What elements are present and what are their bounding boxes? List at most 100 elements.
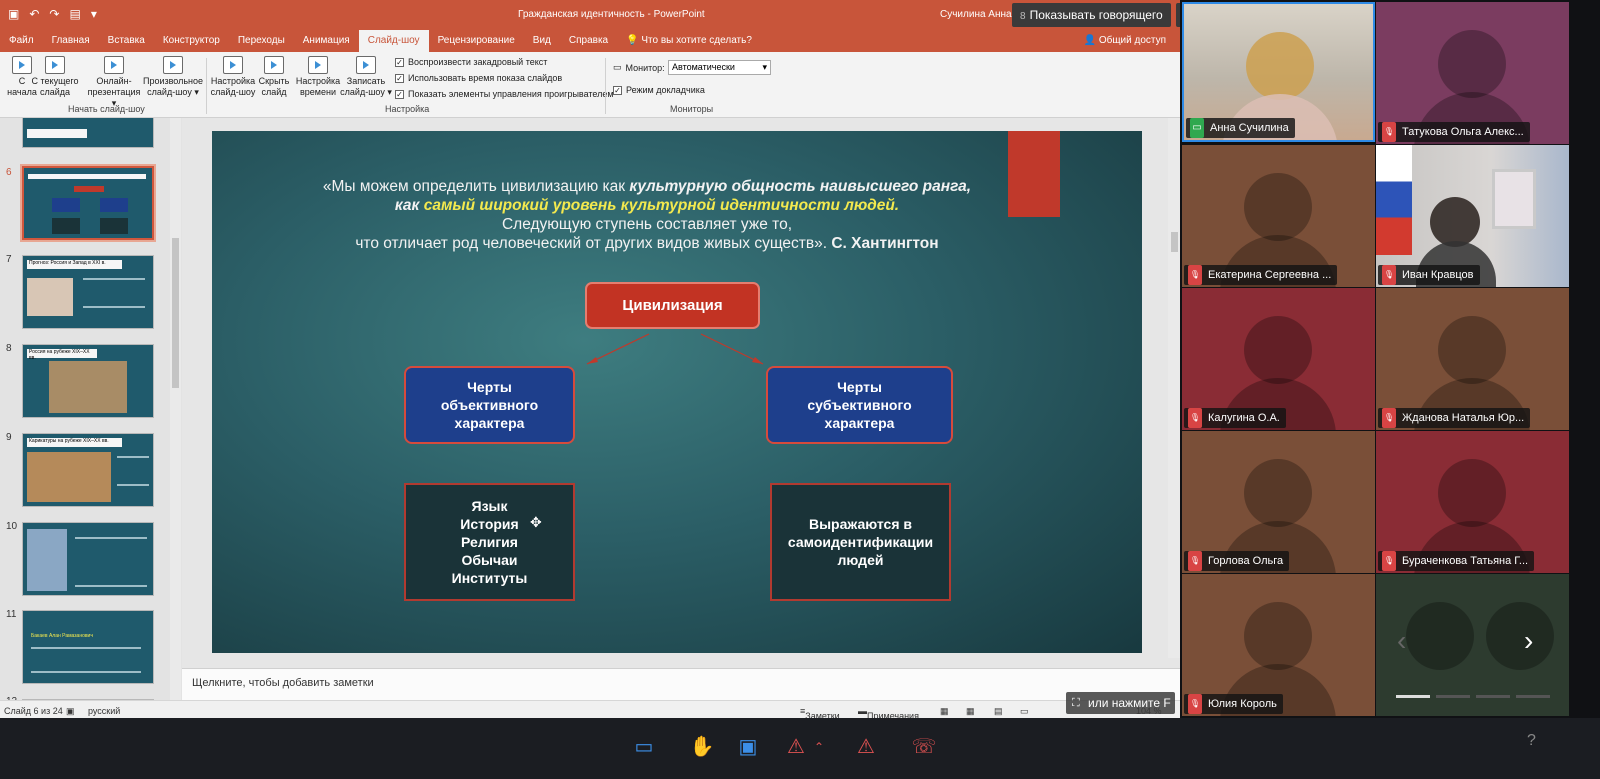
thumbnail-map-image bbox=[49, 361, 127, 413]
normal-view-icon[interactable]: ▦ bbox=[940, 706, 949, 717]
flag-image bbox=[1376, 145, 1412, 255]
share-label: Общий доступ bbox=[1098, 35, 1166, 46]
participant-tile[interactable]: Калугина О.А. bbox=[1182, 288, 1375, 430]
from-current-button[interactable]: С текущего слайда bbox=[30, 56, 80, 98]
from-current-label: С текущего слайда bbox=[31, 76, 79, 97]
slide-thumbnail-8[interactable]: Россия на рубеже XIX–XX вв. bbox=[22, 344, 154, 418]
chevron-up-icon[interactable]: ⌃ bbox=[812, 733, 826, 761]
participant-tile[interactable]: Бураченкова Татьяна Г... bbox=[1376, 431, 1569, 573]
setup-icon bbox=[223, 56, 243, 74]
raise-hand-icon[interactable]: ✋ bbox=[688, 733, 716, 761]
participant-tile[interactable]: Жданова Наталья Юр... bbox=[1376, 288, 1569, 430]
subjective-features-box: Черты субъективного характера bbox=[766, 366, 953, 444]
narrations-checkbox[interactable]: ✓ Воспроизвести закадровый текст bbox=[395, 57, 547, 67]
spellcheck-icon[interactable]: ▣ bbox=[66, 706, 75, 717]
previous-page-icon[interactable]: ‹ bbox=[1397, 625, 1406, 657]
page-dot[interactable] bbox=[1476, 695, 1510, 698]
group-setup: Настройка bbox=[385, 104, 430, 114]
page-dot[interactable] bbox=[1516, 695, 1550, 698]
ribbon-tabs: Файл Главная Вставка Конструктор Переход… bbox=[0, 30, 1205, 52]
thumbnail-title-bar: Карикатуры на рубеже XIX–XX вв. bbox=[27, 438, 122, 447]
participant-name: Жданова Наталья Юр... bbox=[1378, 408, 1531, 428]
redo-icon[interactable]: ↷ bbox=[49, 7, 59, 21]
slide-thumbnail-6[interactable] bbox=[20, 164, 156, 242]
thumbnail-scrollbar[interactable] bbox=[170, 118, 181, 700]
participant-tile[interactable]: Анна Сучилина bbox=[1182, 2, 1375, 142]
microphone-muted-icon[interactable]: ⚠ bbox=[782, 733, 810, 761]
customize-icon[interactable]: ▾ bbox=[91, 7, 97, 21]
participant-tile[interactable]: Иван Кравцов bbox=[1376, 145, 1569, 287]
help-icon[interactable]: ? bbox=[1527, 732, 1536, 750]
tab-help[interactable]: Справка bbox=[560, 30, 617, 52]
conference-screen: ▣ ↶ ↷ ▤ ▾ Гражданская идентичность - Pow… bbox=[0, 0, 1600, 779]
presenter-view-checkbox[interactable]: ✓ Режим докладчика bbox=[613, 85, 705, 95]
thumbnail-box bbox=[100, 218, 128, 234]
participant-tile[interactable]: Екатерина Сергеевна ... bbox=[1182, 145, 1375, 287]
chat-icon[interactable]: ▭ bbox=[630, 733, 658, 761]
thumbnail-text bbox=[117, 456, 149, 486]
camera-off-icon[interactable]: ⚠ bbox=[852, 733, 880, 761]
page-dot[interactable] bbox=[1436, 695, 1470, 698]
narrations-label: Воспроизвести закадровый текст bbox=[408, 57, 548, 67]
slide-sorter-icon[interactable]: ▦ bbox=[966, 706, 975, 717]
share-button[interactable]: 👤 Общий доступ bbox=[1075, 30, 1175, 52]
present-icon[interactable]: ▤ bbox=[69, 7, 80, 21]
tab-file[interactable]: Файл bbox=[0, 30, 43, 52]
slide-thumbnail-10[interactable] bbox=[22, 522, 154, 596]
tab-slideshow[interactable]: Слайд-шоу bbox=[358, 30, 429, 52]
participant-name: Иван Кравцов bbox=[1378, 265, 1480, 285]
save-icon[interactable]: ▣ bbox=[8, 7, 19, 21]
avatar-head bbox=[1244, 173, 1312, 241]
participant-tile[interactable]: Юлия Король bbox=[1182, 574, 1375, 716]
monitor-select[interactable]: Автоматически bbox=[668, 60, 771, 75]
notes-pane[interactable]: Щелкните, чтобы добавить заметки bbox=[182, 668, 1182, 700]
checkbox-checked: ✓ bbox=[395, 73, 404, 83]
monitor-label: Монитор: bbox=[625, 62, 665, 73]
rehearse-timings-button[interactable]: Настройка времени bbox=[293, 56, 343, 98]
participant-tile[interactable]: Татукова Ольга Алекс... bbox=[1376, 2, 1569, 144]
setup-slideshow-button[interactable]: Настройка слайд-шоу bbox=[208, 56, 258, 98]
scrollbar-thumb[interactable] bbox=[1171, 232, 1178, 252]
undo-icon[interactable]: ↶ bbox=[29, 7, 39, 21]
tab-animations[interactable]: Анимация bbox=[294, 30, 359, 52]
online-icon bbox=[104, 56, 124, 74]
use-timings-label: Использовать время показа слайдов bbox=[408, 73, 563, 83]
use-timings-checkbox[interactable]: ✓ Использовать время показа слайдов bbox=[395, 73, 562, 83]
show-media-controls-checkbox[interactable]: ✓ Показать элементы управления проигрыват… bbox=[395, 89, 614, 99]
next-page-icon[interactable]: › bbox=[1524, 625, 1533, 657]
thumbnail-box bbox=[52, 218, 80, 234]
language-indicator[interactable]: русский bbox=[88, 706, 120, 716]
tab-home[interactable]: Главная bbox=[43, 30, 99, 52]
tab-review[interactable]: Рецензирование bbox=[429, 30, 524, 52]
hang-up-icon[interactable]: ☏ bbox=[910, 733, 938, 761]
slideshow-view-icon[interactable]: ▭ bbox=[1020, 706, 1029, 717]
tell-me-label: Что вы хотите сделать? bbox=[641, 35, 752, 46]
screen-share-icon[interactable]: ▣ bbox=[734, 733, 762, 761]
participant-name: Калугина О.А. bbox=[1184, 408, 1286, 428]
custom-slideshow-button[interactable]: Произвольное слайд-шоу ▾ bbox=[142, 56, 204, 98]
participant-tile[interactable]: Горлова Ольга bbox=[1182, 431, 1375, 573]
slide-thumbnail-7[interactable]: Прогноз: Россия и Запад в XXI в. bbox=[22, 255, 154, 329]
monitor-icon: ▭ bbox=[613, 62, 622, 72]
tab-design[interactable]: Конструктор bbox=[154, 30, 229, 52]
scrollbar-thumb[interactable] bbox=[172, 238, 179, 388]
tab-transitions[interactable]: Переходы bbox=[229, 30, 294, 52]
slide-thumbnail-11[interactable]: Бакаев Алан Рамазанович bbox=[22, 610, 154, 684]
avatar-head bbox=[1244, 602, 1312, 670]
slide-thumbnail-5[interactable] bbox=[22, 118, 154, 148]
show-speaker-button[interactable]: 8 Показывать говорящего bbox=[1012, 3, 1171, 27]
page-dot[interactable] bbox=[1396, 695, 1430, 698]
tell-me-search[interactable]: 💡 Что вы хотите сделать? bbox=[617, 30, 761, 52]
reading-view-icon[interactable]: ▤ bbox=[994, 706, 1003, 717]
hide-slide-button[interactable]: Скрыть слайд bbox=[252, 56, 296, 98]
comments-toggle[interactable]: ▬ Примечания bbox=[858, 706, 919, 721]
notes-toggle[interactable]: ≡ Заметки bbox=[800, 706, 840, 721]
participant-name: Анна Сучилина bbox=[1186, 118, 1295, 138]
record-slideshow-button[interactable]: Записать слайд-шоу ▾ bbox=[340, 56, 392, 98]
online-presentation-button[interactable]: Онлайн- презентация ▾ bbox=[86, 56, 142, 109]
tab-insert[interactable]: Вставка bbox=[99, 30, 154, 52]
tab-view[interactable]: Вид bbox=[524, 30, 560, 52]
slide-thumbnail-9[interactable]: Карикатуры на рубеже XIX–XX вв. bbox=[22, 433, 154, 507]
timer-icon bbox=[308, 56, 328, 74]
hide-slide-icon bbox=[264, 56, 284, 74]
